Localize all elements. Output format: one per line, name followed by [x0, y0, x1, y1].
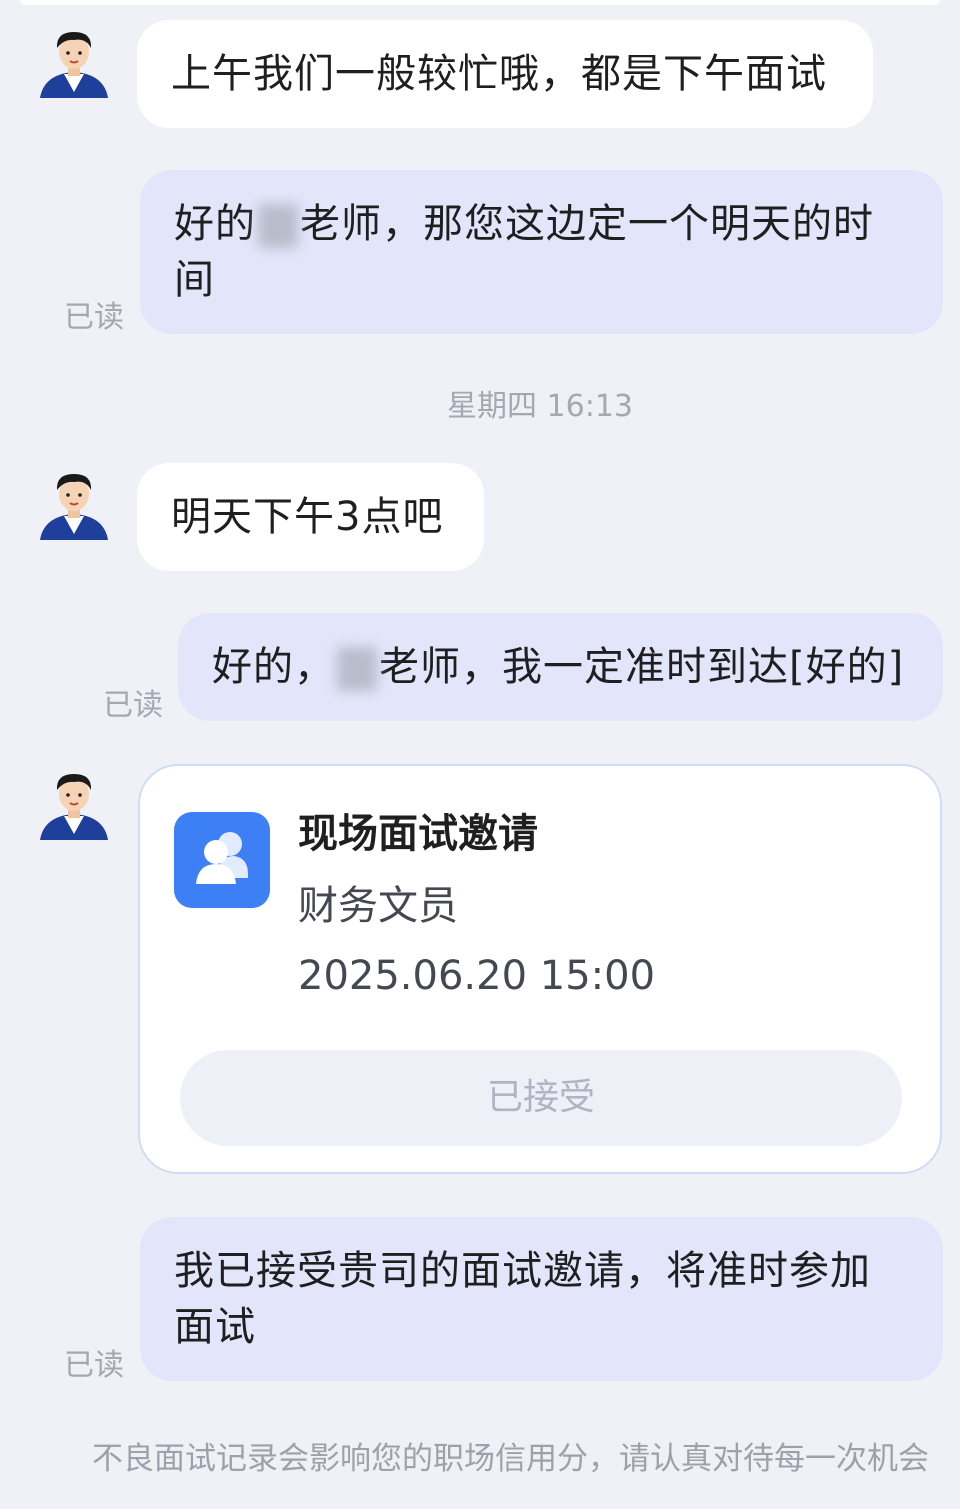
redacted-name — [337, 647, 377, 691]
message-text: 明天下午3点吧 — [171, 494, 444, 540]
message-bubble-outgoing[interactable]: 我已接受贵司的面试邀请，将准时参加面试 — [140, 1217, 943, 1381]
message-text-part: 好的 — [174, 201, 256, 247]
message-bubble-outgoing[interactable]: 好的， 老师，我一定准时到达[好的] — [178, 613, 943, 721]
recruiter-avatar[interactable] — [36, 768, 112, 844]
credit-notice: 不良面试记录会影响您的职场信用分，请认真对待每一次机会 — [92, 1441, 929, 1477]
interview-people-icon — [174, 812, 270, 908]
read-receipt: 已读 — [64, 1348, 124, 1383]
message-text-part: 好的， — [212, 644, 335, 690]
message-text: 我已接受贵司的面试邀请，将准时参加面试 — [174, 1248, 871, 1350]
message-text-part: 老师，我一定准时到达[好的] — [379, 644, 905, 690]
chat-timestamp: 星期四 16:13 — [447, 389, 633, 424]
message-bubble-incoming[interactable]: 上午我们一般较忙哦，都是下午面试 — [137, 20, 873, 128]
message-bubble-incoming[interactable]: 明天下午3点吧 — [137, 463, 484, 571]
interview-invitation-card[interactable]: 现场面试邀请 财务文员 2025.06.20 15:00 已接受 — [138, 764, 942, 1174]
read-receipt: 已读 — [64, 300, 124, 335]
message-text: 上午我们一般较忙哦，都是下午面试 — [171, 51, 827, 97]
redacted-name — [258, 204, 298, 248]
recruiter-avatar[interactable] — [36, 26, 112, 102]
interview-datetime: 2025.06.20 15:00 — [298, 953, 656, 999]
recruiter-avatar[interactable] — [36, 468, 112, 544]
top-edge — [20, 0, 940, 5]
accepted-button[interactable]: 已接受 — [180, 1050, 902, 1146]
message-bubble-outgoing[interactable]: 好的 老师，那您这边定一个明天的时间 — [140, 170, 943, 334]
invitation-title: 现场面试邀请 — [298, 811, 538, 857]
read-receipt: 已读 — [103, 688, 163, 723]
job-position: 财务文员 — [298, 883, 458, 929]
